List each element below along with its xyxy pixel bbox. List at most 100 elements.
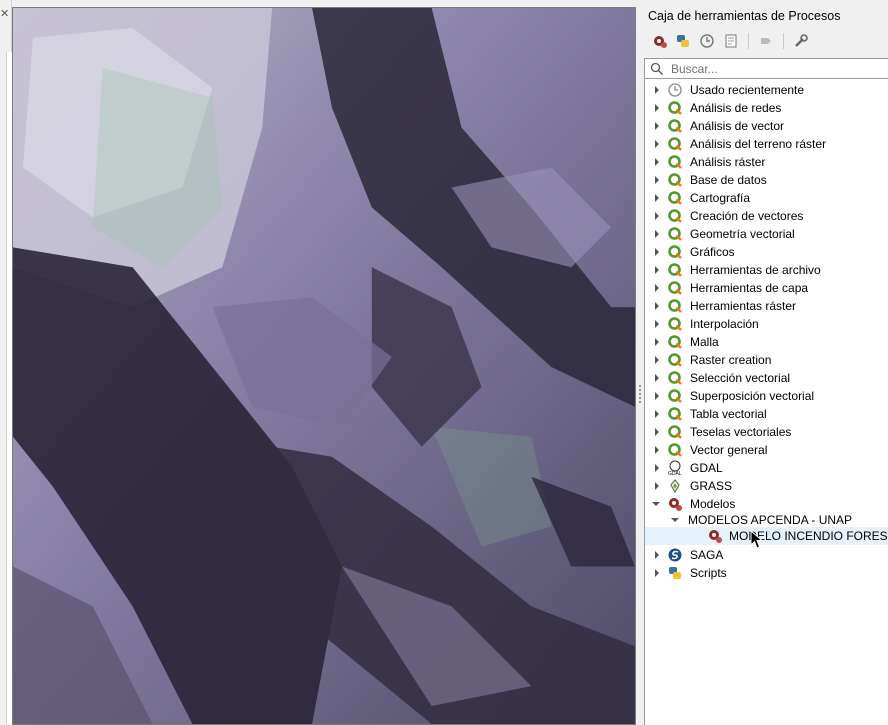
tree-item-provider[interactable]: Análisis ráster: [645, 153, 888, 171]
qgis-icon: [668, 263, 682, 277]
expand-arrow-icon[interactable]: [653, 410, 661, 418]
expand-arrow-icon[interactable]: [653, 284, 661, 292]
expand-arrow-icon[interactable]: [653, 338, 661, 346]
tree-item-label: Herramientas de capa: [690, 281, 809, 295]
tree-item-label: Vector general: [690, 443, 768, 457]
models-icon: [669, 498, 682, 511]
tree-item-saga[interactable]: SAGA: [645, 546, 888, 564]
expand-arrow-icon[interactable]: [653, 122, 661, 130]
tree-item-provider[interactable]: Análisis de vector: [645, 117, 888, 135]
qgis-icon: [668, 155, 682, 169]
expand-arrow-icon[interactable]: [653, 86, 661, 94]
tree-item-provider[interactable]: Herramientas de archivo: [645, 261, 888, 279]
qgis-icon: [668, 425, 682, 439]
tree-item-label: Teselas vectoriales: [690, 425, 792, 439]
qgis-icon: [668, 299, 682, 313]
tree-item-label: Scripts: [690, 566, 727, 580]
expand-arrow-icon[interactable]: [653, 140, 661, 148]
tree-item-provider[interactable]: Análisis de redes: [645, 99, 888, 117]
model-icon: [709, 530, 722, 543]
tree-item-provider[interactable]: Herramientas de capa: [645, 279, 888, 297]
tree-item-gdal[interactable]: GDAL GDAL: [645, 459, 888, 477]
panel-splitter[interactable]: [636, 0, 644, 725]
expand-arrow-icon[interactable]: [653, 464, 661, 472]
tree-item-model-incendio[interactable]: MODELO INCENDIO FORESTAL: [645, 527, 888, 545]
svg-text:GDAL: GDAL: [668, 471, 682, 476]
tree-item-provider[interactable]: Superposición vectorial: [645, 387, 888, 405]
qgis-icon: [668, 209, 682, 223]
tree-item-provider[interactable]: Gráficos: [645, 243, 888, 261]
history-icon[interactable]: [696, 30, 718, 52]
expand-arrow-icon[interactable]: [653, 551, 661, 559]
tree-item-provider[interactable]: Geometría vectorial: [645, 225, 888, 243]
toolbox-title: Caja de herramientas de Procesos: [648, 9, 841, 23]
expand-arrow-icon[interactable]: [653, 482, 661, 490]
search-field: [644, 58, 888, 79]
tree-item-recent[interactable]: Usado recientemente: [645, 81, 888, 99]
collapse-arrow-icon[interactable]: [652, 500, 660, 508]
edit-feature-icon[interactable]: [755, 30, 777, 52]
collapse-arrow-icon[interactable]: [671, 516, 679, 524]
expand-arrow-icon[interactable]: [653, 392, 661, 400]
expand-arrow-icon[interactable]: [653, 428, 661, 436]
tree-item-provider[interactable]: Raster creation: [645, 351, 888, 369]
qgis-icon: [668, 119, 682, 133]
search-icon: [650, 62, 664, 76]
map-canvas[interactable]: [12, 7, 636, 725]
tree-item-provider[interactable]: Tabla vectorial: [645, 405, 888, 423]
tree-item-provider[interactable]: Base de datos: [645, 171, 888, 189]
algorithm-tree: Usado recientemente Análisis de redes Aná…: [644, 79, 888, 725]
tree-item-provider[interactable]: Interpolación: [645, 315, 888, 333]
qgis-icon: [668, 137, 682, 151]
expand-arrow-icon[interactable]: [653, 320, 661, 328]
expand-arrow-icon[interactable]: [653, 212, 661, 220]
qgis-icon: [668, 371, 682, 385]
tree-item-label: Modelos: [690, 497, 736, 511]
expand-arrow-icon[interactable]: [653, 266, 661, 274]
tree-item-label: Análisis de redes: [690, 101, 782, 115]
qgis-icon: [668, 353, 682, 367]
results-icon[interactable]: [720, 30, 742, 52]
tree-item-provider[interactable]: Análisis del terreno ráster: [645, 135, 888, 153]
tree-item-provider[interactable]: Malla: [645, 333, 888, 351]
satellite-raster: [13, 8, 635, 724]
close-icon[interactable]: ✕: [0, 8, 10, 20]
tree-item-provider[interactable]: Vector general: [645, 441, 888, 459]
tree-item-label: Herramientas de archivo: [690, 263, 821, 277]
qgis-icon: [668, 101, 682, 115]
qgis-icon: [668, 245, 682, 259]
tree-item-provider[interactable]: Teselas vectoriales: [645, 423, 888, 441]
python-icon: [669, 567, 681, 579]
expand-arrow-icon[interactable]: [653, 230, 661, 238]
tree-item-provider[interactable]: Selección vectorial: [645, 369, 888, 387]
tree-item-label: Raster creation: [690, 353, 772, 367]
tree-item-label: Cartografía: [690, 191, 751, 205]
grass-icon: [670, 479, 680, 494]
tree-item-scripts[interactable]: Scripts: [645, 564, 888, 582]
expand-arrow-icon[interactable]: [653, 374, 661, 382]
tree-item-provider[interactable]: Creación de vectores: [645, 207, 888, 225]
tree-item-provider[interactable]: Cartografía: [645, 189, 888, 207]
expand-arrow-icon[interactable]: [653, 194, 661, 202]
expand-arrow-icon[interactable]: [653, 104, 661, 112]
tree-item-label: Usado recientemente: [690, 83, 805, 97]
python-icon[interactable]: [672, 30, 694, 52]
tree-item-label: Interpolación: [690, 317, 759, 331]
qgis-icon: [668, 443, 682, 457]
tree-item-grass[interactable]: GRASS: [645, 477, 888, 495]
tree-item-provider[interactable]: Herramientas ráster: [645, 297, 888, 315]
qgis-icon: [668, 317, 682, 331]
expand-arrow-icon[interactable]: [653, 248, 661, 256]
expand-arrow-icon[interactable]: [653, 176, 661, 184]
expand-arrow-icon[interactable]: [653, 356, 661, 364]
expand-arrow-icon[interactable]: [653, 158, 661, 166]
expand-arrow-icon[interactable]: [653, 302, 661, 310]
qgis-icon: [668, 407, 682, 421]
tree-item-label: MODELOS APCENDA - UNAP: [688, 513, 853, 527]
tree-item-label: Malla: [690, 335, 719, 349]
expand-arrow-icon[interactable]: [653, 569, 661, 577]
expand-arrow-icon[interactable]: [653, 446, 661, 454]
models-icon[interactable]: [648, 30, 670, 52]
search-input[interactable]: [671, 61, 881, 76]
options-icon[interactable]: [790, 30, 812, 52]
